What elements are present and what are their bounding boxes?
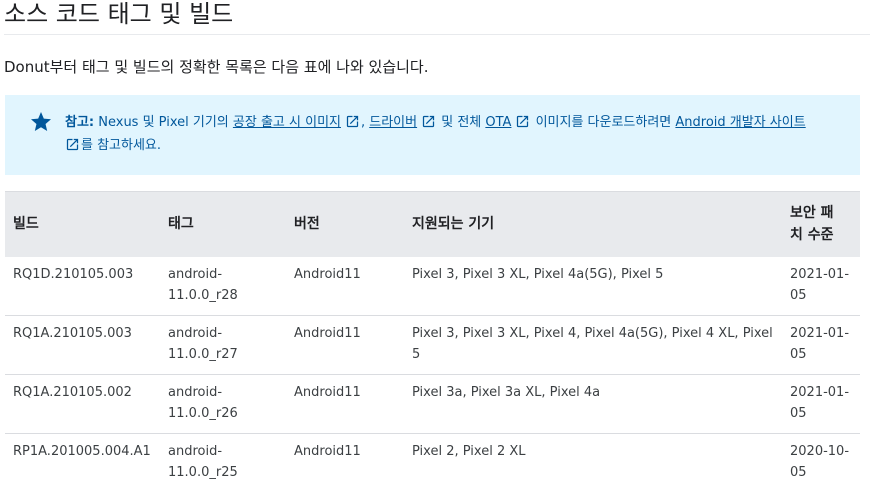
cell-version: Android11 bbox=[286, 374, 404, 434]
header-version: 버전 bbox=[286, 191, 404, 257]
table-row: RQ1A.210105.003 android- 11.0.0_r27 Andro… bbox=[5, 315, 860, 375]
cell-tag-line2: 11.0.0_r27 bbox=[168, 346, 238, 362]
table-row: RP1A.201005.004.A1 android- 11.0.0_r25 An… bbox=[5, 433, 860, 483]
intro-text: Donut부터 태그 및 빌드의 정확한 목록은 다음 표에 나와 있습니다. bbox=[4, 58, 429, 76]
cell-version: Android11 bbox=[286, 433, 404, 483]
cell-devices: Pixel 3, Pixel 3 XL, Pixel 4a(5G), Pixel… bbox=[404, 256, 782, 316]
cell-tag-line1: android- bbox=[168, 443, 223, 459]
cell-tag-line1: android- bbox=[168, 384, 223, 400]
drivers-link[interactable]: 드라이버 bbox=[369, 115, 417, 130]
cell-tag: android- 11.0.0_r28 bbox=[160, 256, 286, 316]
cell-tag-line2: 11.0.0_r28 bbox=[168, 287, 238, 303]
cell-patch-line2: 05 bbox=[790, 464, 807, 480]
cell-devices: Pixel 3a, Pixel 3a XL, Pixel 4a bbox=[404, 374, 782, 434]
cell-patch: 2020-10- 05 bbox=[782, 433, 860, 483]
star-icon bbox=[31, 112, 51, 131]
header-security-patch: 보안 패치 수준 bbox=[782, 191, 860, 257]
note-sep-1: , bbox=[360, 115, 370, 130]
cell-build: RQ1A.210105.002 bbox=[5, 374, 160, 434]
note-text: 참고: Nexus 및 Pixel 기기의 공장 출고 시 이미지, 드라이버 … bbox=[65, 111, 845, 157]
cell-build: RP1A.201005.004.A1 bbox=[5, 433, 160, 483]
external-link-icon[interactable] bbox=[65, 137, 80, 152]
header-devices: 지원되는 기기 bbox=[404, 191, 782, 257]
header-tag: 태그 bbox=[160, 191, 286, 257]
header-security-line1: 보안 패 bbox=[790, 205, 834, 222]
cell-build: RQ1D.210105.003 bbox=[5, 256, 160, 316]
cell-tag-line1: android- bbox=[168, 266, 223, 282]
cell-tag: android- 11.0.0_r27 bbox=[160, 315, 286, 375]
cell-patch-line2: 05 bbox=[790, 287, 807, 303]
note-text-1: Nexus 및 Pixel 기기의 bbox=[94, 115, 233, 130]
builds-table: 빌드 태그 버전 지원되는 기기 보안 패치 수준 RQ1D.210105.00… bbox=[5, 191, 860, 483]
cell-patch: 2021-01- 05 bbox=[782, 374, 860, 434]
note-text-2: 및 전체 bbox=[437, 115, 486, 130]
cell-version: Android11 bbox=[286, 256, 404, 316]
cell-patch: 2021-01- 05 bbox=[782, 256, 860, 316]
cell-tag-line1: android- bbox=[168, 325, 223, 341]
header-security-line2: 치 수준 bbox=[790, 227, 834, 244]
cell-version: Android11 bbox=[286, 315, 404, 375]
note-label: 참고: bbox=[65, 115, 95, 130]
cell-patch-line1: 2020-10- bbox=[790, 443, 850, 459]
factory-images-link[interactable]: 공장 출고 시 이미지 bbox=[233, 115, 341, 130]
note-text-3: 이미지를 다운로드하려면 bbox=[531, 115, 676, 130]
page-title: 소스 코드 태그 및 빌드 bbox=[4, 0, 234, 28]
cell-patch-line2: 05 bbox=[790, 346, 807, 362]
cell-patch-line2: 05 bbox=[790, 405, 807, 421]
cell-tag-line2: 11.0.0_r26 bbox=[168, 405, 238, 421]
android-dev-site-link[interactable]: Android 개발자 사이트 bbox=[675, 115, 805, 130]
cell-devices: Pixel 3, Pixel 3 XL, Pixel 4, Pixel 4a(5… bbox=[404, 315, 782, 375]
table-row: RQ1D.210105.003 android- 11.0.0_r28 Andro… bbox=[5, 256, 860, 316]
cell-tag-line2: 11.0.0_r25 bbox=[168, 464, 238, 480]
header-build: 빌드 bbox=[5, 191, 160, 257]
cell-patch-line1: 2021-01- bbox=[790, 384, 850, 400]
note-box: 참고: Nexus 및 Pixel 기기의 공장 출고 시 이미지, 드라이버 … bbox=[5, 95, 860, 175]
ota-link[interactable]: OTA bbox=[485, 115, 511, 130]
cell-devices: Pixel 2, Pixel 2 XL bbox=[404, 433, 782, 483]
cell-patch-line1: 2021-01- bbox=[790, 266, 850, 282]
table-row: RQ1A.210105.002 android- 11.0.0_r26 Andro… bbox=[5, 374, 860, 434]
external-link-icon[interactable] bbox=[421, 114, 436, 129]
title-divider bbox=[4, 34, 870, 35]
cell-build: RQ1A.210105.003 bbox=[5, 315, 160, 375]
cell-patch: 2021-01- 05 bbox=[782, 315, 860, 375]
note-text-4: 를 참고하세요. bbox=[81, 138, 162, 153]
cell-tag: android- 11.0.0_r25 bbox=[160, 433, 286, 483]
cell-patch-line1: 2021-01- bbox=[790, 325, 850, 341]
external-link-icon[interactable] bbox=[515, 114, 530, 129]
external-link-icon[interactable] bbox=[345, 114, 360, 129]
table-header-row: 빌드 태그 버전 지원되는 기기 보안 패치 수준 bbox=[5, 191, 860, 257]
cell-tag: android- 11.0.0_r26 bbox=[160, 374, 286, 434]
